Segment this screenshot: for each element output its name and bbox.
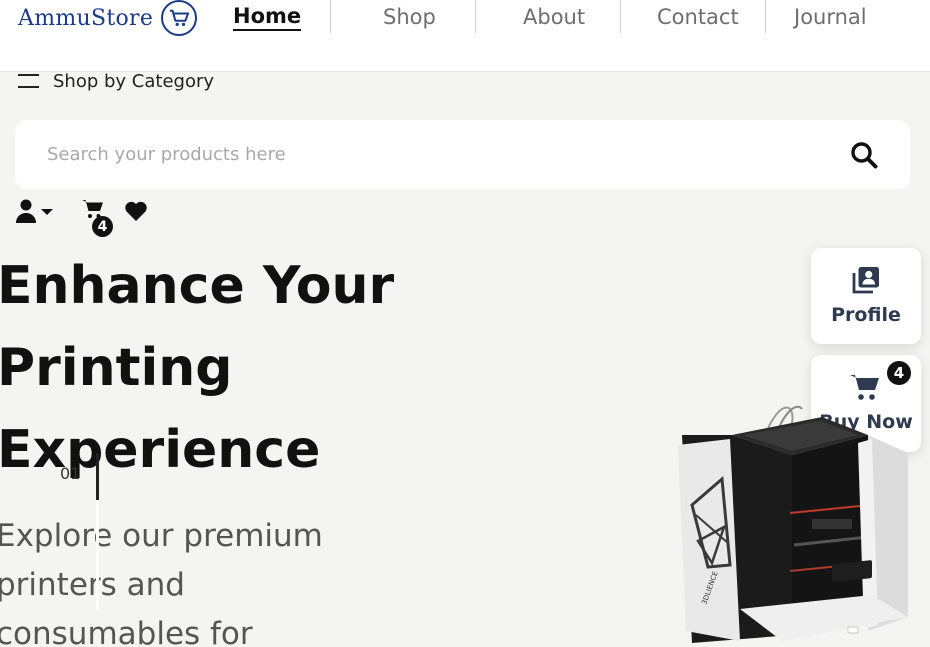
nav-item-about: About: [523, 0, 585, 34]
nav-link-shop[interactable]: Shop: [383, 5, 436, 29]
store-name: AmmuStore: [18, 5, 154, 31]
nav-divider: [475, 0, 476, 33]
nav-link-home[interactable]: Home: [233, 4, 302, 31]
printer-product-image: 3DLIENCE: [678, 405, 908, 643]
nav-divider: [765, 0, 766, 33]
buy-now-count-badge: 4: [887, 361, 911, 385]
category-label: Shop by Category: [53, 70, 215, 92]
user-icon[interactable]: [15, 198, 55, 224]
profile-button[interactable]: Profile: [811, 248, 921, 344]
heart-icon[interactable]: [124, 200, 148, 226]
nav-link-journal[interactable]: Journal: [794, 5, 867, 29]
search-icon[interactable]: [848, 140, 880, 170]
profile-icon: [851, 265, 881, 299]
slide-progress-indicator[interactable]: [96, 453, 99, 500]
nav-item-contact: Contact: [657, 0, 739, 34]
profile-label: Profile: [831, 304, 901, 326]
nav-item-journal: Journal: [794, 0, 867, 34]
search-bar: [15, 120, 910, 189]
store-logo[interactable]: AmmuStore: [18, 0, 198, 36]
nav-item-home: Home: [233, 0, 302, 34]
hamburger-icon: [18, 74, 39, 88]
nav-item-shop: Shop: [383, 0, 436, 34]
nav-divider: [620, 0, 621, 33]
slide-number: 01: [60, 464, 81, 483]
nav-link-about[interactable]: About: [523, 5, 585, 29]
cart-count-badge: 4: [92, 216, 113, 237]
hero-description: Explore our premium printers and consuma…: [0, 518, 323, 647]
hero-title: Enhance Your Printing Experience: [0, 256, 395, 480]
logo-cart-icon: [161, 0, 198, 36]
search-input[interactable]: [47, 120, 807, 189]
nav-divider: [330, 0, 331, 33]
nav-link-contact[interactable]: Contact: [657, 5, 739, 29]
top-navbar: AmmuStore Home Shop About Contact Journa…: [0, 0, 930, 72]
shop-by-category[interactable]: Shop by Category: [18, 68, 214, 94]
